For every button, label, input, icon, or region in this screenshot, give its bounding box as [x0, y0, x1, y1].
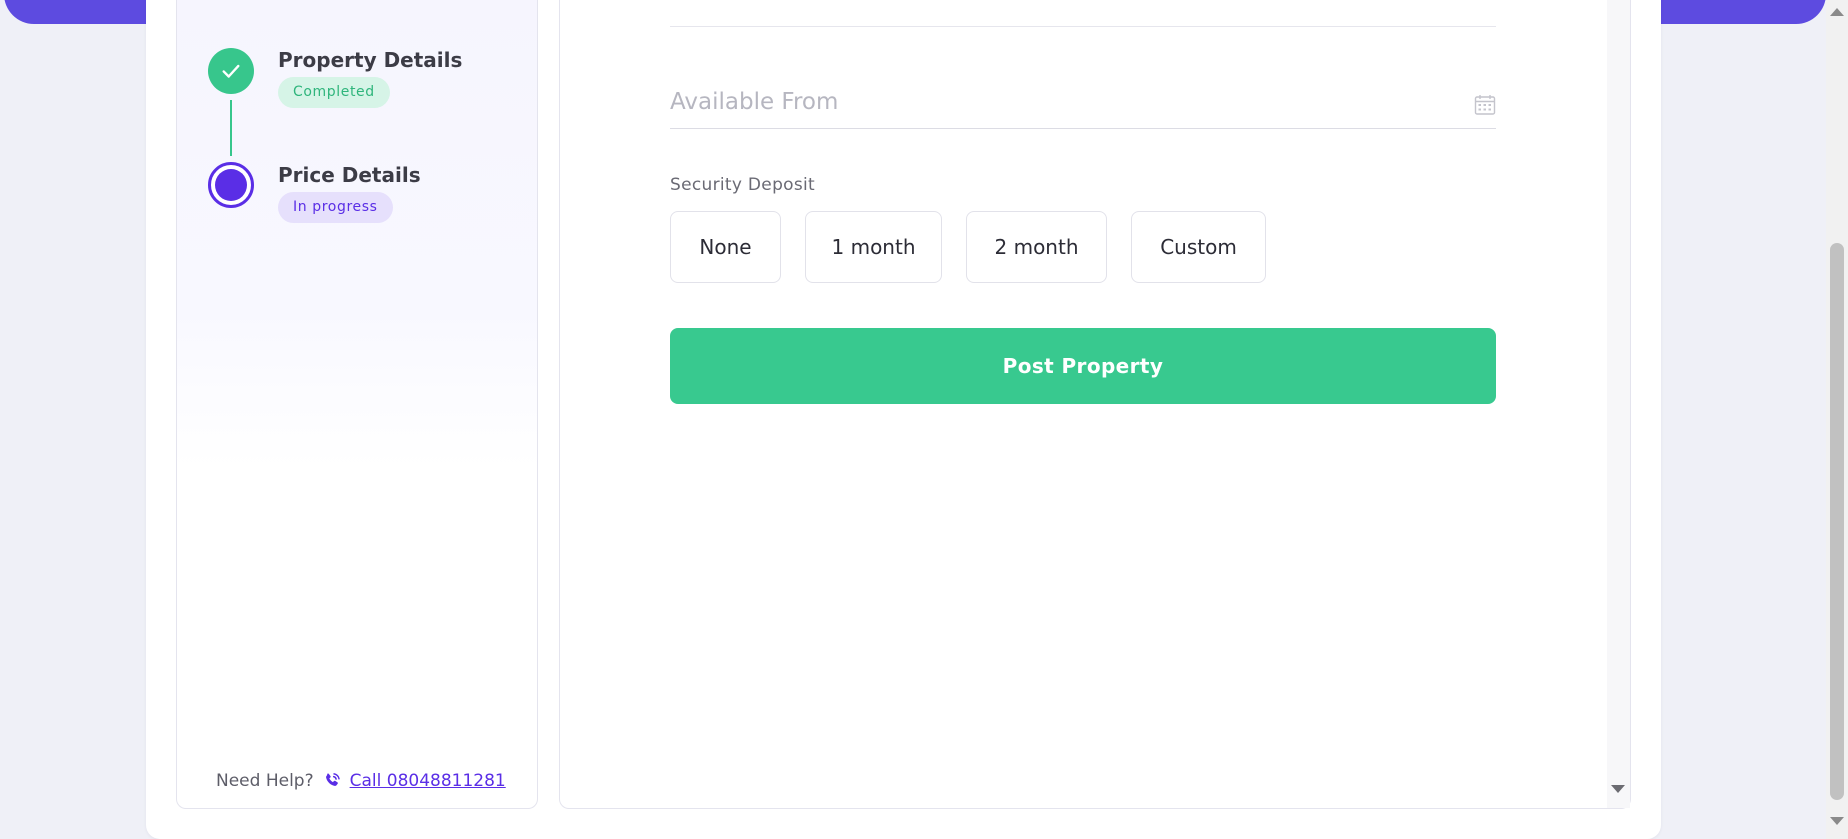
form-scroll-down-arrow[interactable] [1611, 785, 1625, 793]
deposit-option-2-month[interactable]: 2 month [966, 211, 1107, 283]
step-title-property-details: Property Details [278, 48, 463, 72]
deposit-option-1-month[interactable]: 1 month [805, 211, 942, 283]
help-row: Need Help? Call 08048811281 [216, 771, 506, 791]
step-title-price-details: Price Details [278, 163, 421, 187]
available-from-field[interactable] [670, 82, 1496, 129]
call-support-link[interactable]: Call 08048811281 [350, 771, 506, 791]
page-scroll-up-arrow[interactable] [1830, 8, 1844, 16]
security-deposit-label: Security Deposit [670, 175, 815, 195]
deposit-option-custom[interactable]: Custom [1131, 211, 1266, 283]
status-badge-in-progress: In progress [278, 192, 393, 223]
page-scroll-thumb[interactable] [1830, 243, 1844, 800]
current-step-dot [215, 169, 247, 201]
calendar-icon[interactable] [1474, 94, 1496, 116]
step-current-indicator [208, 162, 254, 208]
check-icon [222, 64, 240, 78]
form-scrollbar[interactable] [1607, 0, 1630, 808]
page-scroll-down-arrow[interactable] [1830, 817, 1844, 825]
step-connector-line [230, 100, 232, 156]
available-from-input[interactable] [670, 82, 1460, 122]
post-property-button[interactable]: Post Property [670, 328, 1496, 404]
phone-icon [322, 771, 342, 791]
status-badge-completed: Completed [278, 77, 390, 108]
step-completed-indicator [208, 48, 254, 94]
previous-field-underline [670, 26, 1496, 27]
app-root: Property Details Completed Price Details… [0, 0, 1848, 839]
deposit-option-none[interactable]: None [670, 211, 781, 283]
help-prompt: Need Help? [216, 771, 314, 791]
